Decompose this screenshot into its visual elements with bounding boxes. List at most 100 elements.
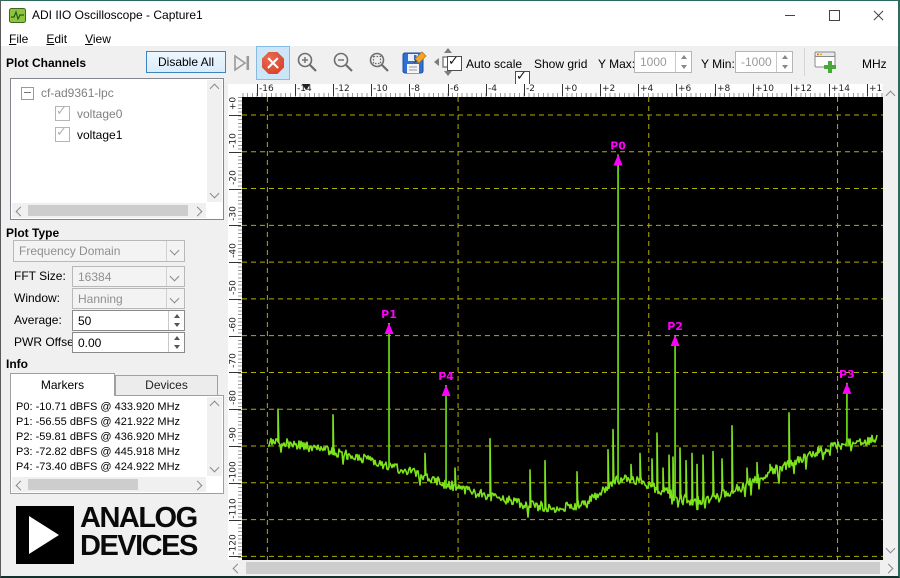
zoom-out-button[interactable] <box>329 49 357 75</box>
capture-play-button[interactable] <box>230 50 254 76</box>
marker-list-item[interactable]: P2: -59.81 dBFS @ 436.920 MHz <box>16 430 180 445</box>
marker-list[interactable]: P0: -10.71 dBFS @ 433.920 MHz P1: -56.55 … <box>16 400 180 475</box>
new-plot-button[interactable] <box>812 47 842 77</box>
field-value: 0.00 <box>78 336 102 350</box>
x-axis-tick-label: -16 <box>259 84 274 94</box>
y-axis-tick-label: -50 <box>228 280 239 295</box>
y-axis-tick-label: -70 <box>228 353 239 368</box>
adi-logo-line1: ANALOG <box>80 502 198 534</box>
spectrum-trace <box>267 408 878 518</box>
x-axis-tick-label: +10 <box>755 84 774 94</box>
y-axis-tick-label: -100 <box>228 461 239 482</box>
plot-hscrollbar-thumb[interactable] <box>246 562 880 574</box>
field-label: FFT Size: <box>14 269 66 283</box>
tree-device-row[interactable]: cf-ad9361-lpc <box>21 86 114 100</box>
fftsize-combo[interactable]: 16384 <box>72 266 185 287</box>
auto-scale-label: Auto scale <box>466 57 523 71</box>
spinner-buttons[interactable] <box>168 333 184 352</box>
menu-file[interactable]: File <box>0 31 37 48</box>
field-value: Hanning <box>78 292 123 306</box>
menu-edit[interactable]: Edit <box>37 31 76 48</box>
combo-dropdown-icon <box>166 289 184 308</box>
x-axis-tick <box>486 84 487 96</box>
zoom-in-icon <box>297 52 317 72</box>
close-button[interactable] <box>857 0 900 30</box>
y-min-spinbox[interactable]: -1000 <box>735 51 793 73</box>
markers-hscrollbar[interactable] <box>12 477 206 492</box>
average-spin[interactable]: 50 <box>72 310 185 331</box>
plot-channels-header: Plot Channels <box>6 56 87 70</box>
y-max-label: Y Max: <box>598 57 636 71</box>
combo-dropdown-icon <box>166 267 184 286</box>
marker-list-item[interactable]: P1: -56.55 dBFS @ 421.922 MHz <box>16 415 180 430</box>
window-title: ADI IIO Oscilloscope - Capture1 <box>32 8 203 22</box>
menu-view[interactable]: View <box>76 31 120 48</box>
marker-arrow-icon <box>384 322 394 334</box>
y-max-spinbox[interactable]: 1000 <box>634 51 692 73</box>
x-axis-tick-label: -4 <box>488 84 497 94</box>
marker-arrow-icon <box>441 384 451 396</box>
marker-label: P0 <box>610 139 626 152</box>
channel-checkbox[interactable] <box>55 104 70 121</box>
marker-list-item[interactable]: P3: -72.82 dBFS @ 445.918 MHz <box>16 445 180 460</box>
x-axis-tick <box>562 84 563 96</box>
save-button[interactable] <box>399 48 429 76</box>
y-min-spinner[interactable] <box>776 52 792 72</box>
spinner-buttons[interactable] <box>168 311 184 330</box>
plot-x-axis: -16 -14 -12 -10 -8 -6 -4 -2 +0 +2 +4 +6 +8 +10 +12 +14 +… <box>228 84 883 97</box>
y-axis-tick-label: -30 <box>228 206 239 221</box>
x-axis-tick <box>257 84 258 96</box>
app-icon[interactable] <box>9 8 26 23</box>
field-label: PWR Offset: <box>14 335 81 349</box>
spectrum-plot[interactable]: P0 P1 P2 P3 P4 <box>242 97 883 560</box>
zoom-in-button[interactable] <box>293 49 321 75</box>
maximize-button[interactable] <box>812 0 857 30</box>
minimize-button[interactable] <box>767 0 812 30</box>
y-axis-tick-label: -110 <box>228 498 239 519</box>
y-axis-tick-label: -10 <box>228 133 239 148</box>
tree-channel-row[interactable]: voltage1 <box>55 125 122 142</box>
tab-markers[interactable]: Markers <box>10 373 115 396</box>
pwroffset-spin[interactable]: 0.00 <box>72 332 185 353</box>
marker-arrow-icon <box>842 382 852 394</box>
markers-vscrollbar[interactable] <box>207 397 222 476</box>
marker-list-item[interactable]: P0: -10.71 dBFS @ 433.920 MHz <box>16 400 180 415</box>
x-axis-tick <box>753 84 754 96</box>
adi-logo-line2: DEVICES <box>80 530 198 562</box>
save-icon <box>402 50 427 73</box>
auto-scale-checkbox[interactable] <box>447 54 462 71</box>
x-axis-tick <box>676 84 677 96</box>
plot-hscrollbar[interactable] <box>228 560 898 576</box>
x-axis-tick <box>715 84 716 96</box>
x-axis-tick <box>409 84 410 96</box>
x-axis-tick <box>600 84 601 96</box>
marker-list-item[interactable]: P4: -73.40 dBFS @ 424.922 MHz <box>16 460 180 475</box>
window-combo[interactable]: Hanning <box>72 288 185 309</box>
zoom-fit-button[interactable] <box>365 49 393 75</box>
channel-tree: cf-ad9361-lpc voltage0 voltage1 <box>10 78 224 220</box>
tree-expander-icon[interactable] <box>21 86 34 100</box>
y-min-label: Y Min: <box>701 57 735 71</box>
plot-vscrollbar[interactable] <box>883 84 898 560</box>
x-axis-tick-label: -8 <box>411 84 420 94</box>
adi-logo-triangle-icon <box>29 516 59 554</box>
y-axis-tick-label: -40 <box>228 243 239 258</box>
stop-capture-button[interactable] <box>256 46 290 80</box>
tab-devices[interactable]: Devices <box>115 375 218 396</box>
plot-type-combo[interactable]: Frequency Domain <box>13 240 185 262</box>
disable-all-button[interactable]: Disable All <box>146 51 226 73</box>
channel-checkbox[interactable] <box>55 125 70 142</box>
y-min-value: -1000 <box>741 55 772 69</box>
new-plot-icon <box>814 51 836 73</box>
tree-vscrollbar[interactable] <box>207 80 222 202</box>
x-axis-tick <box>638 84 639 96</box>
x-axis-tick-label: +2 <box>602 84 616 94</box>
x-axis-tick-label: +14 <box>831 84 850 94</box>
tree-hscrollbar[interactable] <box>12 203 206 218</box>
x-axis-tick-label: -6 <box>450 84 459 94</box>
y-max-spinner[interactable] <box>675 52 691 72</box>
x-axis-tick-label: -10 <box>373 84 388 94</box>
tree-channel-row[interactable]: voltage0 <box>55 104 122 121</box>
x-axis-tick-label: +16 <box>869 84 883 94</box>
x-axis-tick <box>371 84 372 96</box>
